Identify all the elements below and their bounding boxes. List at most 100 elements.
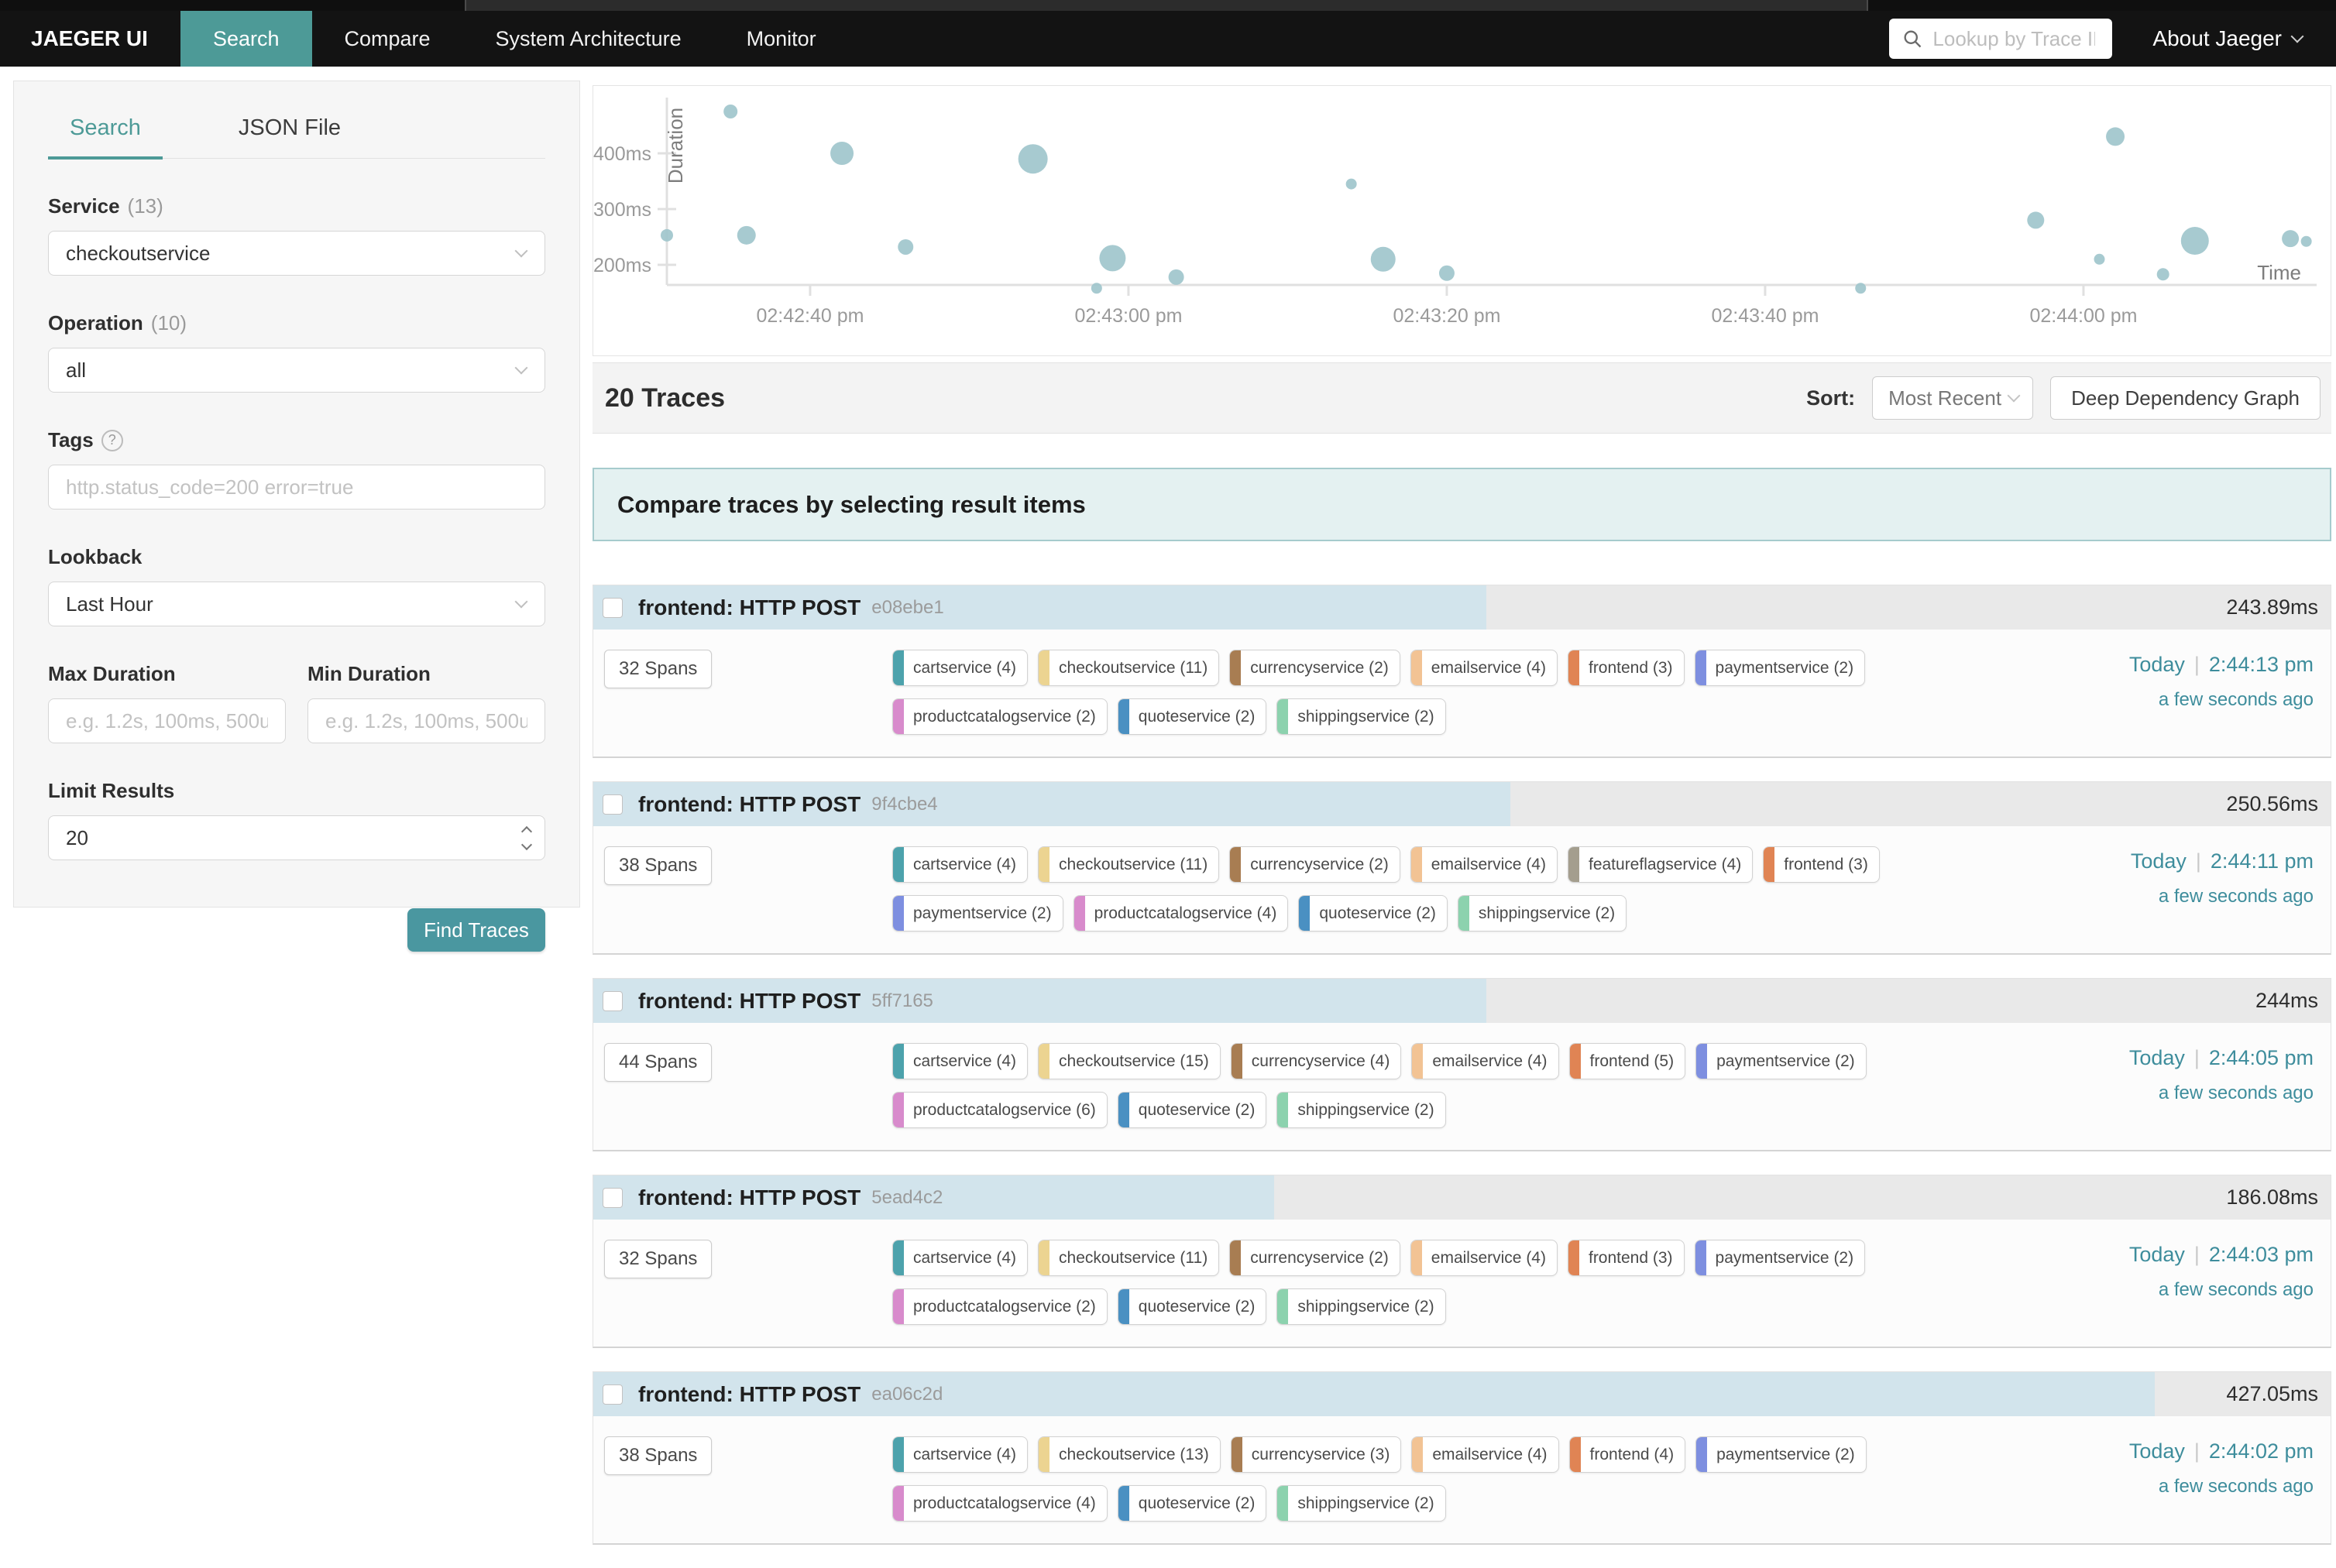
trace-scatter-point[interactable]: [723, 105, 737, 118]
y-axis-title: Duration: [664, 108, 687, 184]
trace-scatter-point[interactable]: [1346, 179, 1357, 190]
service-tag-emailservice: emailservice (4): [1411, 1436, 1558, 1473]
service-color-swatch: [893, 1486, 904, 1521]
trace-card-body: 32 Spans cartservice (4)checkoutservice …: [593, 1220, 2331, 1347]
trace-scatter-point[interactable]: [1099, 245, 1125, 271]
trace-time-link[interactable]: 2:44:02 pm: [2209, 1439, 2314, 1463]
trace-day-link[interactable]: Today: [2129, 653, 2185, 676]
trace-timestamps: Today|2:44:11 pm a few seconds ago: [1946, 846, 2320, 932]
trace-time-link[interactable]: 2:44:03 pm: [2209, 1243, 2314, 1266]
trace-card-header[interactable]: frontend: HTTP POST 9f4cbe4 250.56ms: [593, 782, 2331, 826]
service-color-swatch: [893, 896, 904, 931]
tags-input[interactable]: [66, 475, 527, 499]
service-tag-checkoutservice: checkoutservice (11): [1038, 1240, 1219, 1276]
operation-select[interactable]: all: [48, 348, 545, 393]
max-duration-label: Max Duration: [48, 662, 286, 686]
trace-card-header[interactable]: frontend: HTTP POST e08ebe1 243.89ms: [593, 585, 2331, 630]
trace-lookup-input[interactable]: [1932, 27, 2095, 51]
limit-results-input[interactable]: [66, 826, 527, 850]
trace-scatter-point[interactable]: [2106, 127, 2125, 146]
operation-label: Operation (10): [48, 311, 545, 335]
service-color-swatch: [1277, 1093, 1288, 1127]
trace-scatter-point[interactable]: [1169, 269, 1184, 285]
trace-time-link[interactable]: 2:44:13 pm: [2209, 653, 2314, 676]
trace-select-checkbox[interactable]: [603, 1384, 623, 1405]
trace-scatter-point[interactable]: [2282, 230, 2299, 247]
service-tag-checkoutservice: checkoutservice (11): [1038, 650, 1219, 686]
trace-scatter-point[interactable]: [2027, 211, 2044, 228]
nav-item-search[interactable]: Search: [180, 11, 312, 67]
lookback-select[interactable]: Last Hour: [48, 582, 545, 626]
trace-timestamps: Today|2:44:03 pm a few seconds ago: [1946, 1240, 2320, 1325]
trace-scatter-point[interactable]: [1439, 266, 1455, 281]
span-count-pill: 32 Spans: [604, 650, 712, 688]
trace-scatter-point[interactable]: [2181, 227, 2209, 255]
trace-scatter-point[interactable]: [1019, 144, 1048, 173]
service-color-swatch: [1411, 847, 1422, 882]
sort-select[interactable]: Most Recent: [1872, 376, 2033, 420]
trace-time-link[interactable]: 2:44:11 pm: [2211, 849, 2314, 873]
service-tag-quoteservice: quoteservice (2): [1118, 1485, 1267, 1522]
service-tag-currencyservice: currencyservice (2): [1229, 1240, 1400, 1276]
deep-dependency-graph-button[interactable]: Deep Dependency Graph: [2050, 376, 2321, 420]
about-jaeger-menu[interactable]: About Jaeger: [2152, 26, 2302, 51]
top-nav: JAEGER UI SearchCompareSystem Architectu…: [0, 11, 2336, 67]
trace-card-header[interactable]: frontend: HTTP POST ea06c2d 427.05ms: [593, 1372, 2331, 1416]
trace-scatter-point[interactable]: [2301, 236, 2312, 247]
trace-select-checkbox[interactable]: [603, 1188, 623, 1208]
trace-scatter-point[interactable]: [2157, 268, 2169, 280]
x-tick-label: 02:42:40 pm: [756, 305, 864, 327]
trace-card-body: 32 Spans cartservice (4)checkoutservice …: [593, 630, 2331, 757]
trace-day-link[interactable]: Today: [2129, 1243, 2185, 1266]
service-tag-shippingservice: shippingservice (2): [1458, 895, 1627, 932]
service-color-swatch: [893, 1437, 904, 1472]
limit-results-label: Limit Results: [48, 779, 545, 803]
service-select[interactable]: checkoutservice: [48, 231, 545, 276]
trace-scatter-point[interactable]: [1371, 247, 1396, 272]
trace-day-link[interactable]: Today: [2131, 849, 2187, 873]
trace-scatter-point[interactable]: [830, 142, 854, 165]
nav-item-compare[interactable]: Compare: [312, 11, 463, 67]
trace-scatter-point[interactable]: [1091, 283, 1102, 293]
service-select-value: checkoutservice: [66, 242, 210, 266]
trace-card-header[interactable]: frontend: HTTP POST 5ff7165 244ms: [593, 979, 2331, 1023]
trace-scatter-point[interactable]: [2094, 254, 2105, 265]
trace-scatter-point[interactable]: [737, 226, 756, 245]
chevron-down-icon: [2291, 30, 2304, 43]
service-color-swatch: [1696, 1437, 1707, 1472]
nav-item-monitor[interactable]: Monitor: [714, 11, 849, 67]
min-duration-label: Min Duration: [307, 662, 545, 686]
service-tag-paymentservice: paymentservice (2): [1695, 1043, 1867, 1079]
trace-card-header[interactable]: frontend: HTTP POST 5ead4c2 186.08ms: [593, 1175, 2331, 1220]
trace-lookup-box[interactable]: [1889, 19, 2112, 59]
min-duration-input[interactable]: [325, 709, 527, 733]
sidebar-tab-json-file[interactable]: JSON File: [217, 111, 362, 158]
chevron-down-icon: [515, 362, 528, 375]
nav-item-system-architecture[interactable]: System Architecture: [463, 11, 714, 67]
service-color-swatch: [893, 650, 904, 685]
max-duration-input[interactable]: [66, 709, 268, 733]
service-color-swatch: [1695, 650, 1706, 685]
trace-select-checkbox[interactable]: [603, 598, 623, 618]
find-traces-button[interactable]: Find Traces: [407, 908, 545, 952]
number-stepper[interactable]: [523, 828, 531, 849]
trace-select-checkbox[interactable]: [603, 991, 623, 1011]
service-tag-productcatalogservice: productcatalogservice (2): [892, 1288, 1108, 1325]
trace-time-link[interactable]: 2:44:05 pm: [2209, 1046, 2314, 1069]
duration-scatter-chart[interactable]: 200ms300ms400ms02:42:40 pm02:43:00 pm02:…: [593, 86, 2331, 355]
sidebar-tab-search[interactable]: Search: [48, 111, 163, 160]
compare-banner: Compare traces by selecting result items: [593, 468, 2331, 541]
trace-day-link[interactable]: Today: [2129, 1439, 2185, 1463]
max-duration-field: [48, 698, 286, 743]
service-tag-shippingservice: shippingservice (2): [1276, 698, 1445, 735]
help-icon[interactable]: ?: [101, 430, 123, 451]
trace-select-checkbox[interactable]: [603, 794, 623, 815]
trace-day-link[interactable]: Today: [2129, 1046, 2185, 1069]
trace-card: frontend: HTTP POST ea06c2d 427.05ms 38 …: [593, 1371, 2331, 1545]
trace-scatter-point[interactable]: [898, 239, 913, 255]
trace-scatter-point[interactable]: [661, 229, 673, 242]
service-color-swatch: [1118, 1486, 1129, 1521]
sort-label: Sort:: [1806, 386, 1855, 410]
service-color-swatch: [893, 1240, 904, 1275]
trace-scatter-point[interactable]: [1855, 283, 1866, 293]
